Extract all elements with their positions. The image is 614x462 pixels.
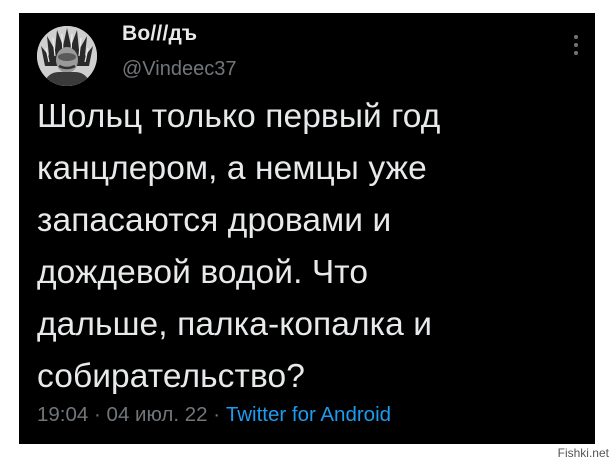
tweet-text-line: канцлером, а немцы уже [37, 150, 427, 187]
tweet-text-line: дальше, палка-копалка и [37, 306, 433, 343]
tweet-source-link[interactable]: Twitter for Android [226, 403, 391, 426]
author-handle[interactable]: @Vindeec37 [122, 58, 236, 81]
meta-separator: · [94, 403, 101, 426]
tweet-text: Шольц только первый год канцлером, а нем… [37, 91, 585, 403]
tweet-meta: 19:04 · 04 июл. 22 · Twitter for Android [37, 403, 391, 427]
watermark: Fishki.net [557, 446, 609, 460]
tweet-card: Во///дъ @Vindeec37 Шольц только первый г… [19, 13, 595, 444]
tweet-time[interactable]: 19:04 [37, 403, 88, 426]
tweet-text-line: дождевой водой. Что [37, 254, 369, 291]
avatar-portrait-icon [37, 26, 97, 86]
tweet-date[interactable]: 04 июл. 22 [107, 403, 208, 426]
tweet-text-line: собирательство? [37, 358, 305, 395]
meta-separator: · [213, 403, 221, 426]
author-display-name[interactable]: Во///дъ [122, 22, 197, 46]
avatar[interactable] [37, 26, 97, 86]
tweet-text-line: запасаются дровами и [37, 202, 392, 239]
more-options-icon[interactable] [573, 35, 579, 59]
tweet-text-line: Шольц только первый год [37, 98, 441, 135]
